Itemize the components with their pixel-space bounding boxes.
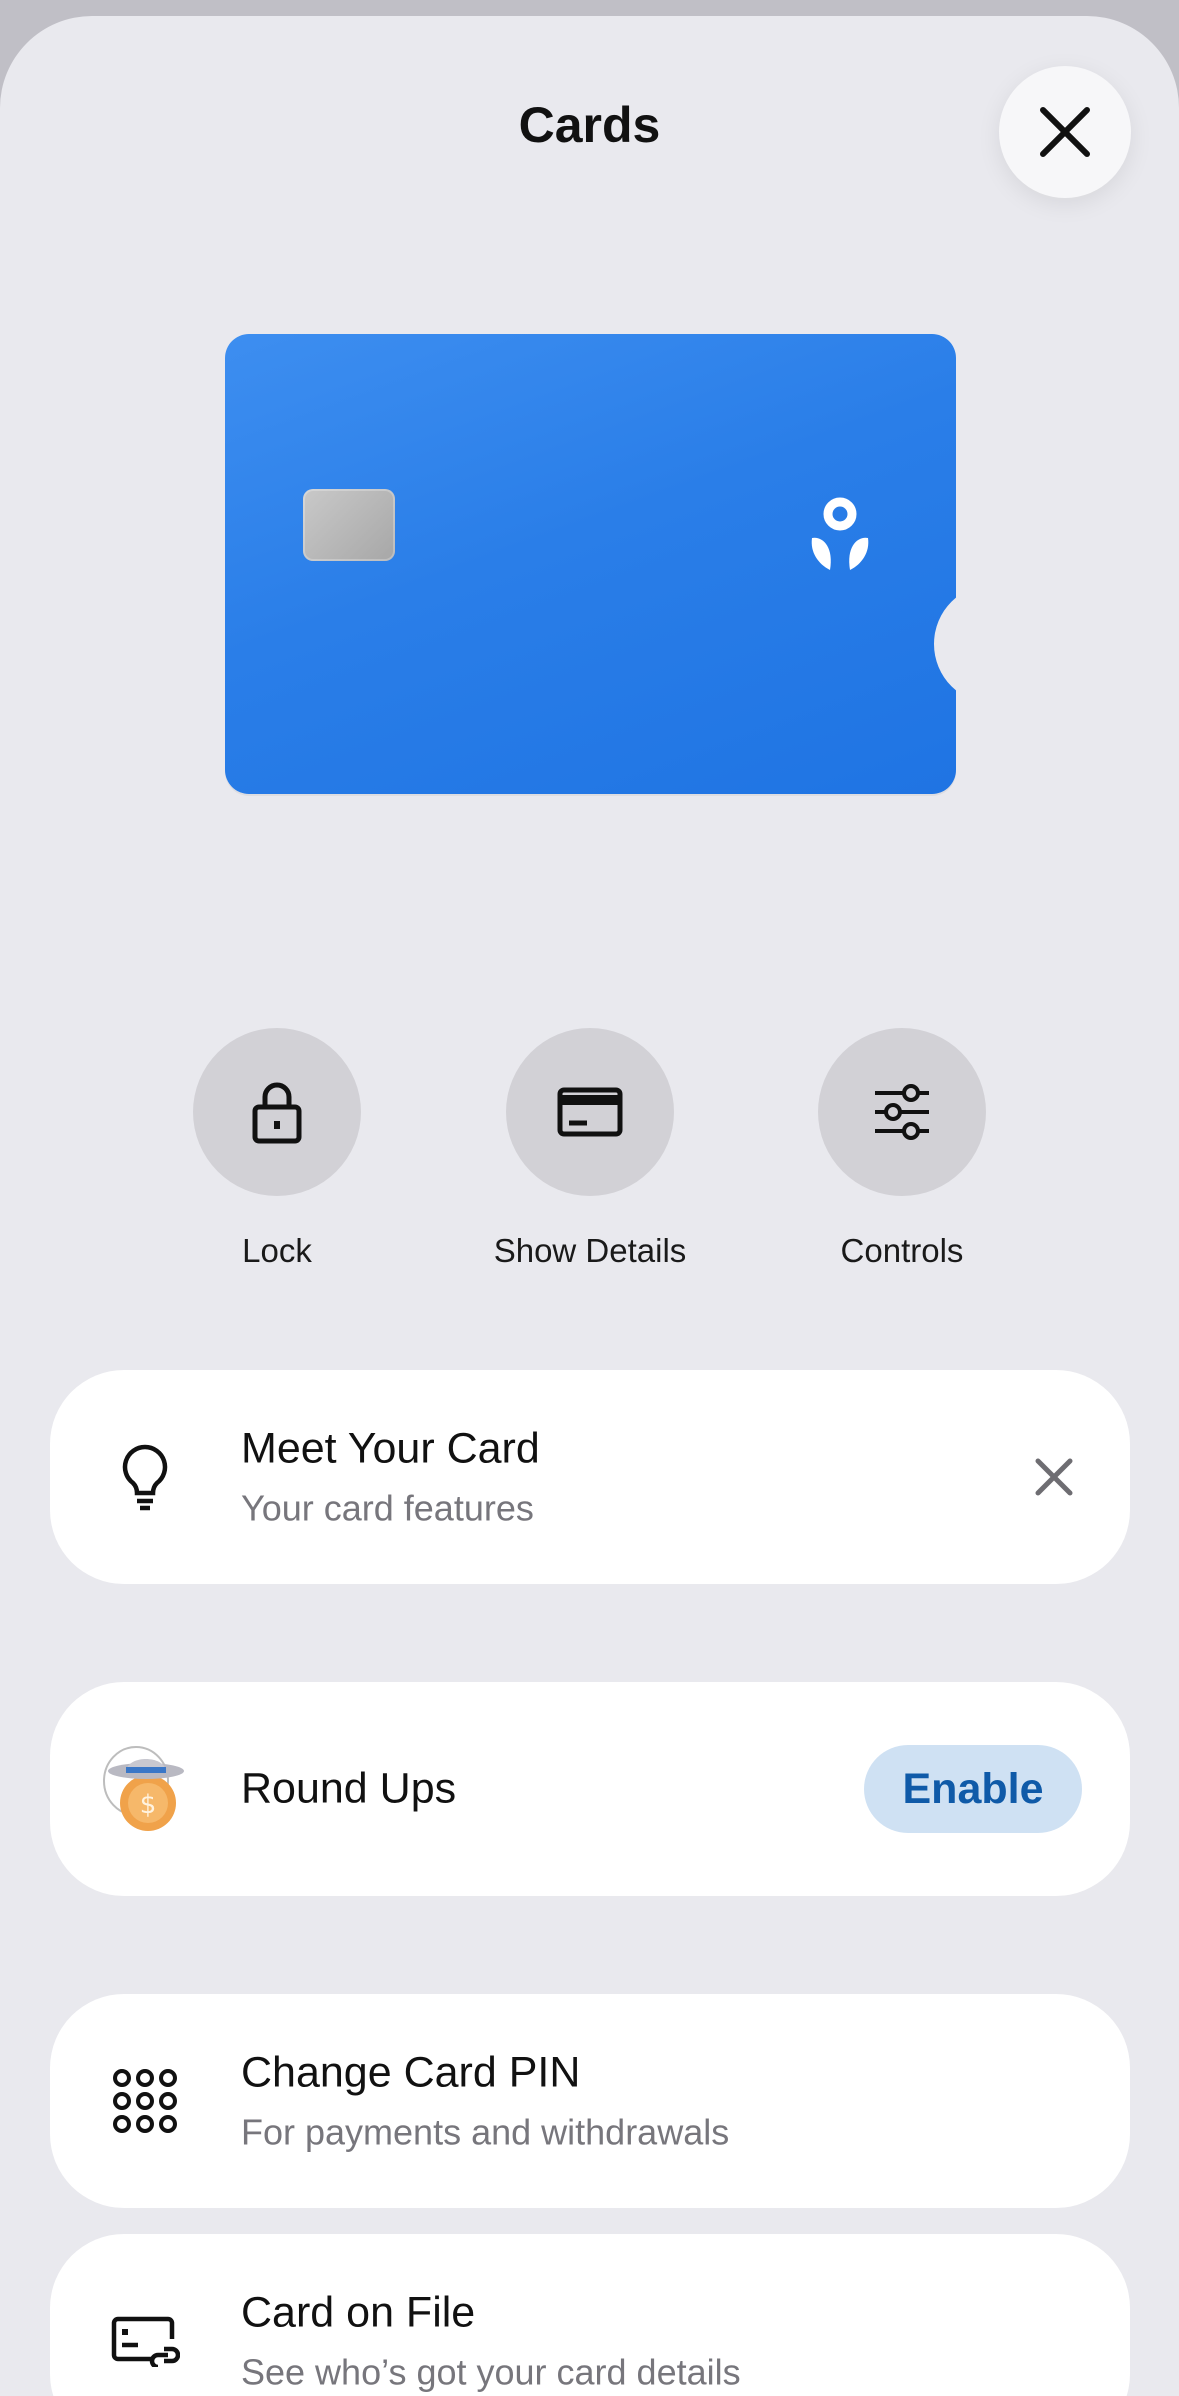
- meet-your-card-row[interactable]: Meet Your Card Your card features: [50, 1370, 1130, 1584]
- controls-button[interactable]: [818, 1028, 986, 1196]
- close-icon: [1040, 107, 1090, 157]
- show-details-action[interactable]: Show Details: [470, 1028, 710, 1270]
- close-button[interactable]: [999, 66, 1131, 198]
- sliders-icon: [875, 1084, 929, 1140]
- lightbulb-icon: [100, 1432, 190, 1522]
- enable-round-ups-button[interactable]: Enable: [864, 1745, 1082, 1833]
- bank-card[interactable]: [225, 334, 994, 794]
- card-on-file-title: Card on File: [241, 2288, 476, 2337]
- change-card-pin-title: Change Card PIN: [241, 2048, 581, 2097]
- keypad-icon: [100, 2056, 190, 2146]
- meet-your-card-subtitle: Your card features: [241, 1487, 534, 1529]
- card-link-icon: [100, 2296, 190, 2386]
- round-ups-coin-icon: $: [96, 1741, 192, 1837]
- card-notch: [934, 584, 994, 704]
- card-chip: [303, 489, 395, 561]
- round-ups-row[interactable]: $ Round Ups Enable: [50, 1682, 1130, 1896]
- close-icon: [1035, 1458, 1073, 1496]
- card-details-icon: [557, 1087, 623, 1137]
- svg-text:$: $: [140, 1790, 157, 1820]
- lock-action[interactable]: Lock: [157, 1028, 397, 1270]
- show-details-button[interactable]: [506, 1028, 674, 1196]
- round-ups-title: Round Ups: [241, 1764, 457, 1813]
- card-on-file-subtitle: See who’s got your card details: [241, 2351, 741, 2393]
- cards-sheet: Cards Lock Show Details Controls Meet Yo…: [0, 16, 1179, 2396]
- show-details-label: Show Details: [493, 1232, 687, 1269]
- change-card-pin-subtitle: For payments and withdrawals: [241, 2111, 730, 2153]
- lock-button[interactable]: [193, 1028, 361, 1196]
- card-actions: Lock Show Details Controls: [0, 1028, 1179, 1288]
- dismiss-meet-card-button[interactable]: [1024, 1447, 1084, 1507]
- lock-label: Lock: [242, 1232, 312, 1269]
- meet-your-card-title: Meet Your Card: [241, 1424, 540, 1473]
- change-card-pin-row[interactable]: Change Card PIN For payments and withdra…: [50, 1994, 1130, 2208]
- controls-action[interactable]: Controls: [782, 1028, 1022, 1270]
- bank-logo-icon: [811, 497, 869, 570]
- lock-icon: [252, 1082, 302, 1144]
- controls-label: Controls: [840, 1232, 964, 1269]
- card-on-file-row[interactable]: Card on File See who’s got your card det…: [50, 2234, 1130, 2396]
